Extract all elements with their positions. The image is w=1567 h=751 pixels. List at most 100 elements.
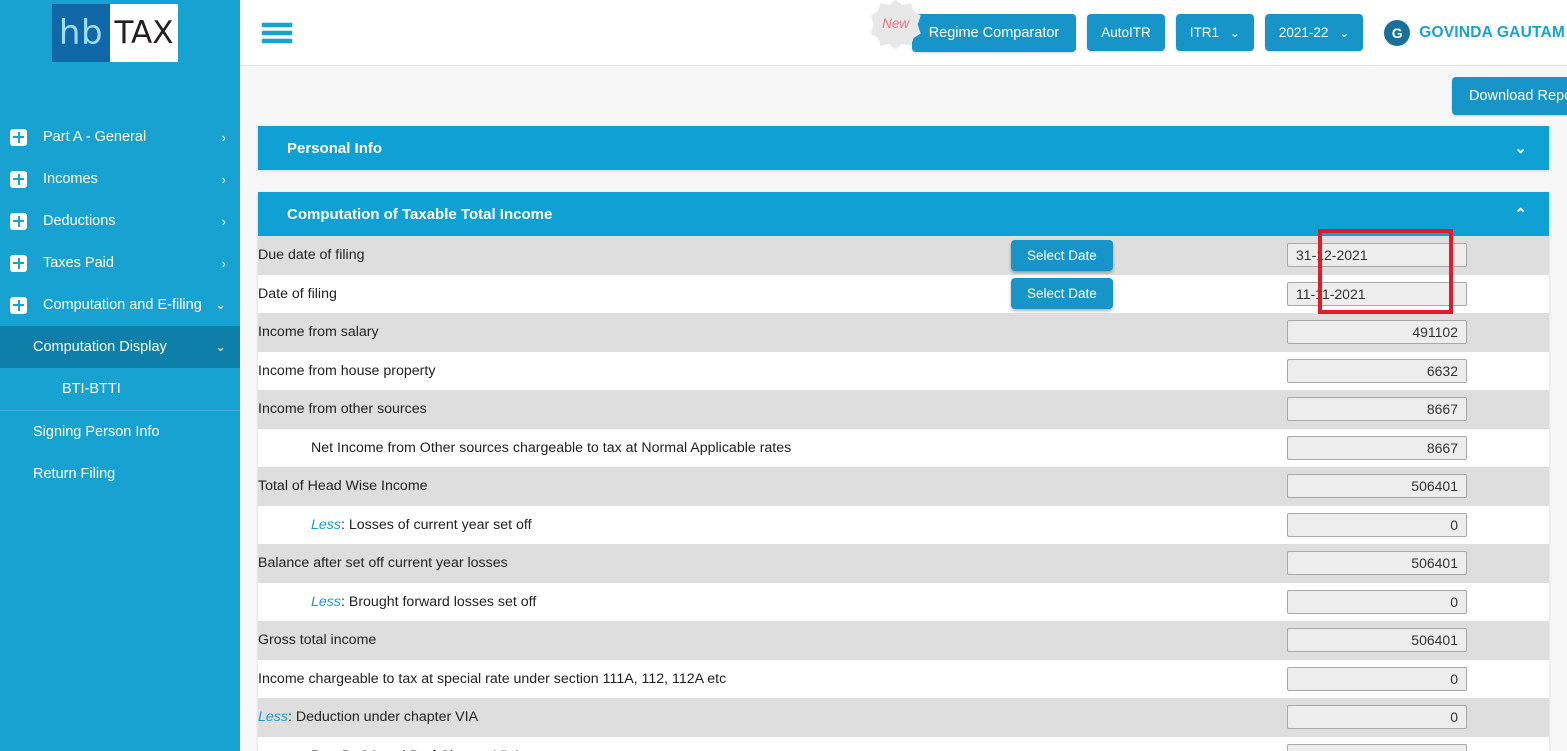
table-row: Total of Head Wise Income 506401 <box>258 467 1549 506</box>
personal-info-header[interactable]: Personal Info ⌄ <box>258 126 1549 170</box>
row-action <box>1011 506 1287 545</box>
form-type-dropdown[interactable]: ITR1 ⌄ <box>1175 14 1254 51</box>
sidebar-item-label: Computation Display <box>33 338 167 355</box>
sidebar-item-deductions[interactable]: Deductions › <box>0 200 240 242</box>
sidebar-item-label: Return Filing <box>33 465 116 482</box>
sidebar-item-label: Signing Person Info <box>33 423 160 440</box>
computation-header[interactable]: Computation of Taxable Total Income ⌃ <box>258 192 1549 236</box>
table-row: Less: Deduction under chapter VIA 0 <box>258 698 1549 737</box>
auto-itr-button[interactable]: AutoITR <box>1087 14 1165 51</box>
date-of-filing-input[interactable]: 11-11-2021 <box>1287 281 1467 306</box>
sidebar: hb TAX Part A - General › Incomes › Dedu… <box>0 0 240 751</box>
sidebar-item-label: Incomes <box>43 170 98 187</box>
user-profile[interactable]: G GOVINDA GAUTAM <box>1384 19 1567 46</box>
sidebar-item-part-a-general[interactable]: Part A - General › <box>0 116 240 158</box>
chevron-down-icon: ⌄ <box>1339 26 1350 40</box>
personal-info-card: Personal Info ⌄ <box>258 126 1549 170</box>
sidebar-item-signing-person-info[interactable]: Signing Person Info <box>0 411 240 453</box>
row-value-cell: 0 <box>1287 506 1549 545</box>
due-date-of-filing-input[interactable]: 31-12-2021 <box>1287 243 1467 268</box>
row-label-rest: Brought forward losses set off <box>348 593 537 610</box>
losses-current-year-set-off-input[interactable]: 0 <box>1287 512 1467 537</box>
row-action: Select Date <box>1011 275 1287 314</box>
chevron-right-icon: › <box>221 171 226 187</box>
chevron-down-icon: ⌄ <box>215 297 226 312</box>
regime-comparator-button[interactable]: Regime Comparator <box>911 13 1077 52</box>
sidebar-item-label: Deductions <box>43 212 116 229</box>
row-action <box>1011 698 1287 737</box>
income-from-other-sources-input[interactable]: 8667 <box>1287 397 1467 422</box>
row-value-cell: 0 <box>1287 660 1549 699</box>
income-from-salary-input[interactable]: 491102 <box>1287 320 1467 345</box>
chevron-right-icon: › <box>221 213 226 229</box>
sidebar-item-computation-display[interactable]: Computation Display ⌄ <box>0 326 240 368</box>
table-row: Part-B, CA and D of Chapter VI-A 0 <box>258 736 1549 751</box>
row-value-cell: 506401 <box>1287 621 1549 660</box>
net-income-other-sources-input[interactable]: 8667 <box>1287 435 1467 460</box>
sidebar-item-bti-btti[interactable]: BTI-BTTI <box>0 368 240 410</box>
row-action <box>1011 429 1287 468</box>
less-prefix: Less <box>258 709 288 726</box>
row-value-cell: 8667 <box>1287 429 1549 468</box>
computation-table: Due date of filing Select Date 31-12-202… <box>258 236 1549 751</box>
assessment-year-value: 2021-22 <box>1278 25 1329 40</box>
row-value-cell: 11-11-2021 <box>1287 275 1549 314</box>
row-label-rest: Deduction under chapter VIA <box>295 709 479 726</box>
sidebar-item-taxes-paid[interactable]: Taxes Paid › <box>0 242 240 284</box>
row-value-cell: 8667 <box>1287 390 1549 429</box>
row-label: Less: Deduction under chapter VIA <box>258 698 1011 737</box>
brand-logo[interactable]: hb TAX <box>0 0 240 66</box>
logo-tax-text: TAX <box>110 4 178 62</box>
row-label: Total of Head Wise Income <box>258 478 428 495</box>
balance-after-set-off-input[interactable]: 506401 <box>1287 551 1467 576</box>
row-value-cell: 506401 <box>1287 544 1549 583</box>
row-value-cell: 6632 <box>1287 352 1549 391</box>
row-action <box>1011 544 1287 583</box>
panel-title: Personal Info <box>287 139 383 157</box>
plus-box-icon <box>10 128 27 146</box>
plus-box-icon <box>10 212 27 230</box>
row-action <box>1011 583 1287 622</box>
computation-card: Computation of Taxable Total Income ⌃ Du… <box>258 192 1549 751</box>
table-row: Gross total income 506401 <box>258 621 1549 660</box>
income-from-house-property-input[interactable]: 6632 <box>1287 358 1467 383</box>
sidebar-nav: Part A - General › Incomes › Deductions … <box>0 116 240 495</box>
download-report-button[interactable]: Download Report <box>1451 77 1567 115</box>
row-label: Less: Losses of current year set off <box>258 506 1011 545</box>
row-label-text: : <box>287 709 296 726</box>
row-action <box>1011 621 1287 660</box>
row-action <box>1011 390 1287 429</box>
plus-box-icon <box>10 254 27 272</box>
row-label: Date of filing <box>258 285 337 302</box>
app-root: hb TAX Part A - General › Incomes › Dedu… <box>0 0 1567 751</box>
table-row: Due date of filing Select Date 31-12-202… <box>258 236 1549 275</box>
row-label: Due date of filing <box>258 247 365 264</box>
sidebar-item-label: Part A - General <box>43 128 147 145</box>
plus-box-icon <box>10 296 27 314</box>
part-b-ca-d-chapter-via-input[interactable]: 0 <box>1287 743 1467 751</box>
select-date-button[interactable]: Select Date <box>1011 239 1113 271</box>
table-row: Income from house property 6632 <box>258 351 1549 391</box>
chevron-down-icon: ⌄ <box>1514 140 1527 157</box>
row-value-cell: 0 <box>1287 698 1549 737</box>
brought-forward-losses-input[interactable]: 0 <box>1287 589 1467 614</box>
select-date-button[interactable]: Select Date <box>1011 278 1113 310</box>
sidebar-item-return-filing[interactable]: Return Filing <box>0 453 240 495</box>
gross-total-income-input[interactable]: 506401 <box>1287 628 1467 653</box>
computation-table-body: Due date of filing Select Date 31-12-202… <box>258 236 1549 751</box>
assessment-year-dropdown[interactable]: 2021-22 ⌄ <box>1264 14 1364 51</box>
sidebar-item-incomes[interactable]: Incomes › <box>0 158 240 200</box>
table-row: Income chargeable to tax at special rate… <box>258 659 1549 699</box>
row-action <box>1011 352 1287 391</box>
chevron-right-icon: › <box>221 129 226 145</box>
row-label-text: : <box>340 516 349 533</box>
row-action <box>1011 737 1287 751</box>
sidebar-item-computation-and-e-filing[interactable]: Computation and E-filing ⌄ <box>0 284 240 326</box>
total-head-wise-income-input[interactable]: 506401 <box>1287 474 1467 499</box>
content-area: Download Report Personal Info ⌄ Computat… <box>240 66 1567 751</box>
hamburger-icon[interactable] <box>262 19 296 47</box>
deduction-chapter-via-input[interactable]: 0 <box>1287 705 1467 730</box>
main-area: New Regime Comparator AutoITR ITR1 ⌄ 202… <box>240 0 1567 751</box>
plus-box-icon <box>10 170 27 188</box>
income-special-rate-input[interactable]: 0 <box>1287 666 1467 691</box>
